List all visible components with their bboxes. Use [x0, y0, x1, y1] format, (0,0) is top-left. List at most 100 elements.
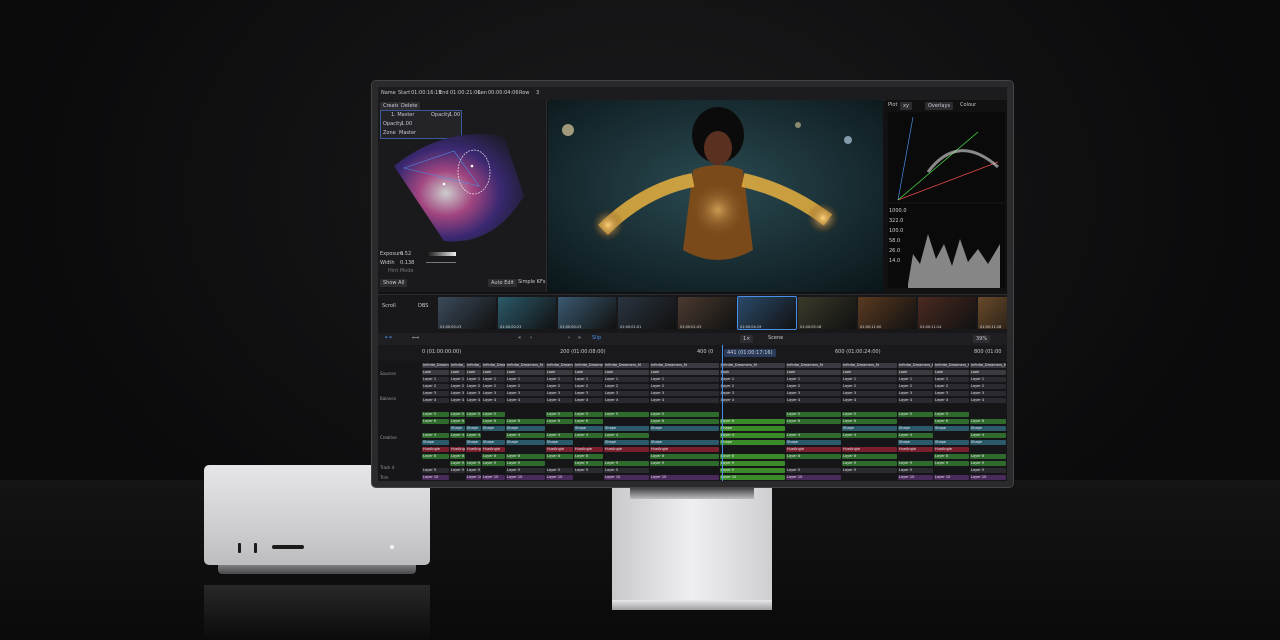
timeline-clip[interactable]: Layer 1 — [422, 377, 449, 382]
timeline-clip[interactable]: Layer 1 — [546, 377, 573, 382]
timeline-clip[interactable]: Shape — [650, 426, 719, 431]
timeline-clip[interactable]: Shape — [970, 426, 1006, 431]
timeline-clip[interactable]: Layer 4 — [934, 398, 969, 403]
timeline-clip[interactable]: Layer 6 — [934, 419, 969, 424]
timeline-clip[interactable]: Layer 3 — [786, 391, 841, 396]
timeline-clip[interactable]: Layer 5 — [422, 468, 449, 473]
shot-thumbnail[interactable]: 01:00:00:23 — [438, 297, 496, 329]
ripple-icon[interactable]: ⟺ — [412, 335, 419, 341]
timeline-clip[interactable]: Layer 5 — [650, 412, 719, 417]
timeline-clip[interactable]: Layer 9 — [898, 461, 933, 466]
timeline-clip[interactable]: Layer 5 — [466, 412, 481, 417]
timeline-clip[interactable]: Shape — [506, 426, 545, 431]
timeline-clip[interactable]: Layer 4 — [422, 433, 449, 438]
shot-thumbnail[interactable]: 01:00:01:01 — [618, 297, 676, 329]
timeline-clip[interactable]: Infinite_Dreamers_M — [934, 363, 969, 368]
timeline-clip[interactable]: HueAngle — [898, 447, 933, 452]
timeline-clip[interactable]: Layer 3 — [898, 391, 933, 396]
colour-checkbox[interactable]: Colour — [960, 102, 976, 108]
video-viewer[interactable] — [548, 100, 883, 292]
simple-kfs-checkbox[interactable]: Simple KFs — [518, 279, 545, 285]
timeline-clip[interactable]: Layer 4 — [720, 433, 785, 438]
timeline-clip[interactable]: Layer 9 — [506, 461, 545, 466]
timeline-clip[interactable]: Layer 9 — [604, 461, 649, 466]
timeline-clip[interactable]: Layer 5 — [786, 412, 841, 417]
timeline-clip[interactable]: HueAngle — [574, 447, 603, 452]
timeline-clip[interactable]: Layer 6 — [482, 419, 505, 424]
timeline-clip[interactable]: Layer 10 — [898, 475, 933, 480]
timeline-clip[interactable]: Layer 2 — [422, 384, 449, 389]
timeline-clip[interactable]: Layer 3 — [450, 391, 465, 396]
timeline-clip[interactable]: Layer 10 — [482, 475, 505, 480]
timeline-clip[interactable]: Shape — [482, 440, 505, 445]
timeline-clip[interactable]: Shape — [466, 440, 481, 445]
dbs-toggle[interactable]: DBS — [418, 303, 428, 309]
timeline-clip[interactable]: Layer 4 — [786, 398, 841, 403]
timeline-clip[interactable]: Layer 6 — [720, 419, 785, 424]
timeline-clip[interactable]: HueAngle — [842, 447, 897, 452]
overlays-select[interactable]: Overlays — [925, 102, 954, 110]
timeline-clip[interactable]: Layer 4 — [842, 398, 897, 403]
shot-thumbnail[interactable]: 01:00:01:03 — [678, 297, 736, 329]
timeline-clip[interactable]: Layer 5 — [604, 412, 649, 417]
timeline-clip[interactable]: Layer 3 — [970, 391, 1006, 396]
timeline-clip[interactable]: Layer 6 — [422, 419, 449, 424]
timeline-clip[interactable]: Layer 5 — [898, 468, 933, 473]
timeline-clip[interactable]: Layer 1 — [506, 377, 545, 382]
timeline-clip[interactable]: Layer 2 — [650, 384, 719, 389]
shot-thumbnail[interactable]: 01:00:00:23 — [498, 297, 556, 329]
timeline-clip[interactable]: Shape — [720, 426, 785, 431]
timeline-clip[interactable]: Layer 10 — [720, 475, 785, 480]
timeline-clip[interactable]: Look — [466, 370, 481, 375]
timeline-clip[interactable]: Layer 8 — [546, 454, 573, 459]
timeline-clip[interactable]: Layer 2 — [720, 384, 785, 389]
timeline-clip[interactable]: Infinite_Dreamers_M — [720, 363, 785, 368]
timeline-clip[interactable]: Shape — [786, 440, 841, 445]
timeline-clip[interactable]: Layer 2 — [898, 384, 933, 389]
current-frame[interactable]: 441 (01:00:17:16) — [724, 349, 776, 357]
timeline-clip[interactable]: Layer 4 — [422, 398, 449, 403]
step-back-icon[interactable]: ‹ — [530, 335, 532, 341]
timeline-clip[interactable]: Layer 6 — [546, 419, 573, 424]
timeline-clip[interactable]: Layer 1 — [450, 377, 465, 382]
timeline-clip[interactable]: Layer 4 — [604, 398, 649, 403]
timeline-clip[interactable]: Look — [450, 370, 465, 375]
exposure-value[interactable]: 0.52 — [400, 251, 411, 257]
timeline-clip[interactable]: Layer 1 — [604, 377, 649, 382]
timeline-clip[interactable]: Layer 1 — [466, 377, 481, 382]
timeline-clip[interactable]: Layer 2 — [482, 384, 505, 389]
shot-thumbnail[interactable]: 01:00:11:14 — [918, 297, 976, 329]
timeline-clip[interactable]: Layer 1 — [574, 377, 603, 382]
timeline-clip[interactable]: Layer 3 — [546, 391, 573, 396]
timeline-clip[interactable]: Layer 5 — [842, 412, 897, 417]
timeline-clip[interactable]: Layer 4 — [720, 398, 785, 403]
timeline-clip[interactable]: Shape — [934, 440, 969, 445]
timeline-clip[interactable]: Layer 4 — [786, 433, 841, 438]
timeline-clip[interactable]: Infinite_Dreamers_M — [574, 363, 603, 368]
timeline-clip[interactable]: Shape — [720, 440, 785, 445]
timeline-clip[interactable]: Layer 2 — [786, 384, 841, 389]
timeline-clip[interactable]: Layer 5 — [482, 412, 505, 417]
playhead[interactable] — [722, 345, 723, 481]
timeline-clip[interactable]: Layer 8 — [506, 454, 545, 459]
end-field[interactable]: 01:00:21:00 — [450, 90, 481, 96]
timeline-clip[interactable]: Layer 4 — [546, 433, 573, 438]
delete-button[interactable]: Delete — [398, 102, 421, 110]
timeline-clip[interactable]: Infinite_Dreamers_M — [450, 363, 465, 368]
timeline-clip[interactable]: Look — [422, 370, 449, 375]
timeline-clip[interactable]: Layer 10 — [786, 475, 841, 480]
timeline-clip[interactable]: Infinite_Dreamers_M — [604, 363, 649, 368]
timeline-clip[interactable]: Layer 4 — [546, 398, 573, 403]
timeline-clip[interactable]: HueAngle — [546, 447, 573, 452]
timeline-clip[interactable]: Infinite_Dreamers_M — [898, 363, 933, 368]
timeline-clip[interactable]: Layer 10 — [604, 475, 649, 480]
timeline-clip[interactable]: HueAngle — [482, 447, 505, 452]
timeline-clip[interactable]: HueAngle — [934, 447, 969, 452]
timeline-clip[interactable]: Infinite_Dreamers_M — [466, 363, 481, 368]
timeline-clip[interactable]: Look — [720, 370, 785, 375]
timeline-clip[interactable]: Layer 5 — [450, 412, 465, 417]
timeline-clip[interactable]: Layer 4 — [898, 433, 933, 438]
play-icon[interactable]: › — [568, 335, 570, 341]
timeline-clip[interactable]: Layer 4 — [574, 433, 603, 438]
timeline-clip[interactable]: Layer 8 — [482, 454, 505, 459]
